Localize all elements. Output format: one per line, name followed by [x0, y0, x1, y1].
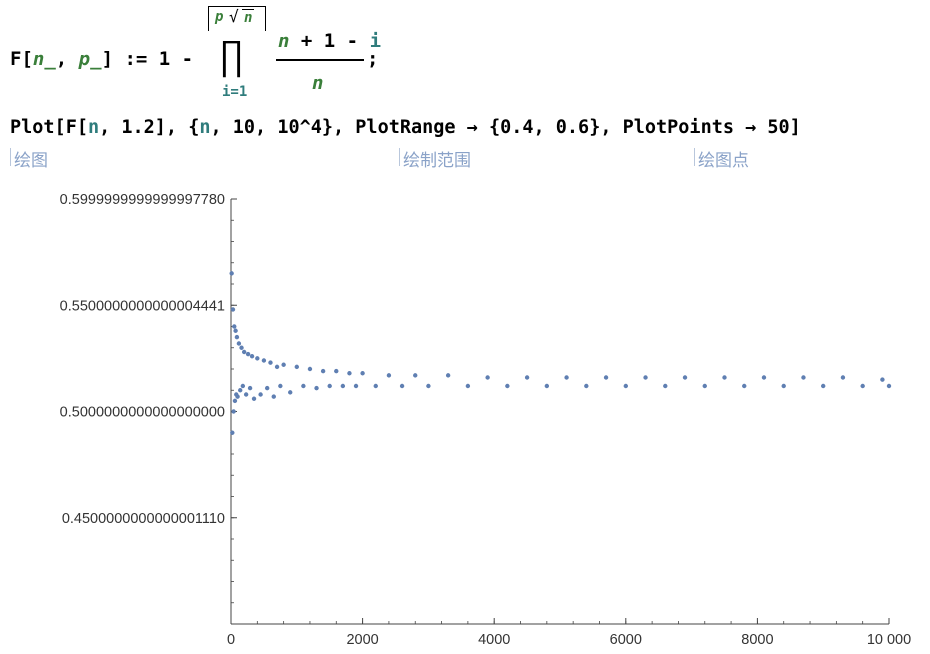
data-point — [544, 383, 550, 389]
data-point — [307, 366, 313, 372]
data-point — [373, 383, 378, 389]
data-point — [238, 388, 243, 393]
data-point — [231, 409, 236, 414]
data-point — [340, 383, 346, 389]
x-tick-label: 4000 — [478, 632, 510, 648]
data-point — [334, 368, 339, 374]
x-tick-label: 8000 — [741, 632, 773, 648]
y-tick-label: 0.4500000000000001110 — [62, 511, 225, 527]
data-point — [860, 383, 865, 389]
data-point — [663, 383, 668, 389]
data-point — [239, 345, 244, 350]
data-point — [426, 383, 431, 389]
data-point — [623, 383, 628, 389]
y-tick-label: 0.5000000000000000000 — [60, 405, 225, 421]
data-point — [886, 383, 892, 389]
data-point — [255, 356, 260, 361]
y-tick-label: 0.5500000000000004441 — [60, 298, 225, 314]
data-point — [294, 364, 299, 370]
data-point — [722, 375, 727, 380]
data-point — [643, 375, 648, 380]
data-point — [801, 375, 806, 380]
data-point — [235, 394, 240, 399]
data-point — [240, 383, 246, 389]
data-point — [353, 383, 359, 389]
data-point — [413, 373, 418, 378]
data-point — [360, 371, 365, 376]
data-point — [232, 324, 237, 329]
data-point — [271, 394, 276, 399]
data-point — [258, 392, 263, 397]
data-point — [524, 375, 530, 380]
data-point — [232, 398, 238, 404]
data-point — [702, 383, 707, 389]
data-point — [245, 351, 251, 357]
y-tick-label: 0.5999999999999997780 — [60, 192, 225, 208]
data-point — [445, 373, 451, 378]
data-point — [840, 375, 846, 380]
x-tick-label: 10 000 — [867, 632, 911, 648]
data-point — [234, 334, 240, 340]
data-point — [314, 385, 319, 391]
data-point — [399, 383, 405, 389]
data-point — [781, 383, 786, 389]
data-point — [230, 430, 235, 435]
data-point — [301, 383, 306, 389]
data-point — [243, 392, 249, 397]
x-tick-label: 2000 — [346, 632, 378, 648]
data-point — [241, 349, 247, 355]
data-point — [505, 383, 510, 389]
data-point — [268, 360, 273, 365]
data-point — [327, 383, 332, 389]
data-point — [261, 358, 267, 363]
data-point — [465, 383, 471, 389]
data-point — [288, 390, 293, 395]
data-point — [564, 375, 569, 380]
x-tick-label: 0 — [227, 632, 235, 648]
data-point — [229, 271, 234, 276]
data-point — [880, 377, 885, 382]
data-point — [281, 362, 286, 367]
data-point — [264, 385, 270, 391]
data-point — [249, 354, 255, 359]
data-point — [274, 364, 280, 370]
data-point — [742, 383, 747, 389]
data-point — [603, 375, 609, 380]
x-tick-label: 6000 — [610, 632, 642, 648]
data-point — [682, 375, 688, 380]
data-point — [761, 375, 767, 380]
data-point — [236, 341, 242, 346]
scatter-plot: 0.5999999999999997780 0.55000000000000044… — [60, 192, 912, 648]
data-point — [233, 328, 238, 333]
data-point — [320, 368, 326, 374]
data-point — [347, 371, 352, 376]
data-point — [386, 373, 392, 378]
data-point — [251, 396, 257, 401]
data-point — [821, 383, 826, 389]
data-point — [584, 383, 589, 389]
data-point — [278, 383, 283, 389]
data-point — [230, 307, 236, 312]
data-point — [485, 375, 490, 380]
data-point — [247, 385, 253, 391]
